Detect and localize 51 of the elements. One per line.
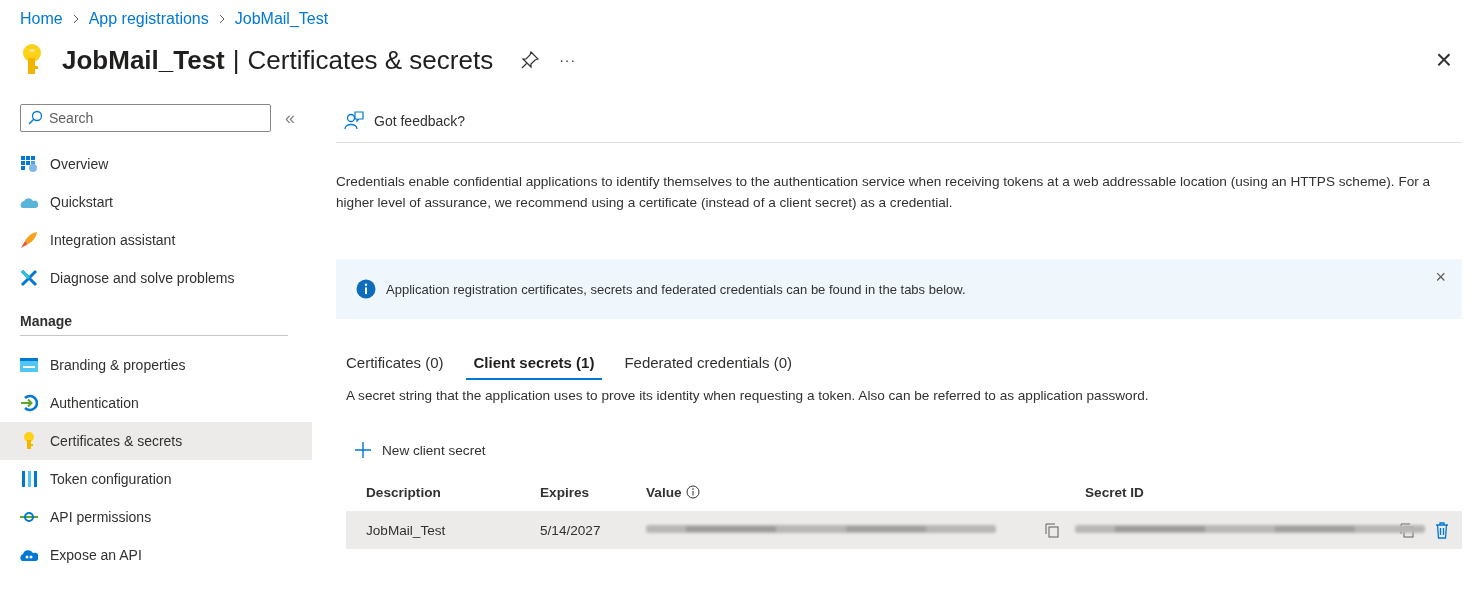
card-icon: [20, 356, 38, 374]
nav-item[interactable]: Authentication: [0, 384, 312, 422]
feedback-button[interactable]: Got feedback?: [336, 104, 1462, 143]
table-cell-text: JobMail_Test: [366, 522, 447, 538]
column-header: Secret ID: [1085, 484, 1145, 500]
close-button[interactable]: ×: [1435, 267, 1446, 288]
info-icon: [356, 279, 376, 299]
column-header: Value: [646, 484, 1085, 500]
nav-item[interactable]: Quickstart: [0, 183, 312, 221]
breadcrumb-link[interactable]: App registrations: [88, 10, 209, 28]
nav-item[interactable]: Integration assistant: [0, 221, 312, 259]
plus-icon: [354, 441, 372, 459]
page-title: JobMail_Test | Certificates & secrets: [62, 44, 494, 76]
tab[interactable]: Certificates (0): [338, 351, 452, 380]
chevron-icon: [71, 14, 80, 24]
nav-item[interactable]: Branding & properties: [0, 346, 312, 384]
nav-item[interactable]: Certificates & secrets: [0, 422, 312, 460]
sign-in-icon: [20, 394, 38, 412]
table-row[interactable]: JobMail_Test 5/14/2027: [346, 511, 1462, 549]
delete-icon[interactable]: [1435, 521, 1449, 539]
pin-icon[interactable]: [521, 51, 540, 69]
nav-item[interactable]: Token configuration: [0, 460, 312, 498]
nav-item[interactable]: Expose an API: [0, 536, 312, 574]
table-cell-text: 5/14/2027: [540, 522, 602, 538]
breadcrumb-link[interactable]: JobMail_Test: [234, 10, 329, 28]
more-button[interactable]: ···: [559, 52, 577, 68]
key-icon: [20, 44, 44, 76]
breadcrumb-link[interactable]: Home: [20, 10, 63, 28]
feedback-icon: [344, 111, 364, 131]
column-header: Description: [366, 484, 442, 500]
search-field[interactable]: Search: [20, 104, 271, 132]
close-button[interactable]: ×: [1435, 46, 1452, 74]
search-icon: [28, 110, 43, 125]
tab[interactable]: Client secrets (1): [465, 351, 603, 380]
chevron-icon: [217, 14, 226, 24]
nav-item[interactable]: Diagnose and solve problems: [0, 259, 312, 297]
column-header: Expires: [540, 484, 591, 500]
tab[interactable]: Federated credentials (0): [616, 351, 800, 380]
collapse-button[interactable]: «: [285, 107, 295, 129]
nav-item[interactable]: Overview: [0, 145, 312, 183]
tab-description: A secret string that the application uses to prove its identity when requesting a token. Also can be referred to as application password.: [345, 388, 1150, 403]
tools-icon: [20, 269, 38, 287]
bars-icon: [20, 470, 38, 488]
section-heading: Manage: [20, 312, 74, 331]
copy-icon[interactable]: [1400, 522, 1414, 538]
copy-icon[interactable]: [1045, 522, 1059, 538]
new-client-secret-button[interactable]: New client secret: [354, 441, 486, 459]
description-text: Credentials enable confidential applications to identify themselves to the authentication service when receiving tokens at a web addressable location (using an HTTPS scheme). For a higher level of assurance, we recommend using a certificate (instead of a client secret) as a credential.: [336, 173, 1432, 212]
nav-item[interactable]: API permissions: [0, 498, 312, 536]
banner-text: Application registration certificates, secrets and federated credentials can be found in the tabs below.: [386, 281, 966, 297]
grid-icon: [20, 155, 38, 173]
